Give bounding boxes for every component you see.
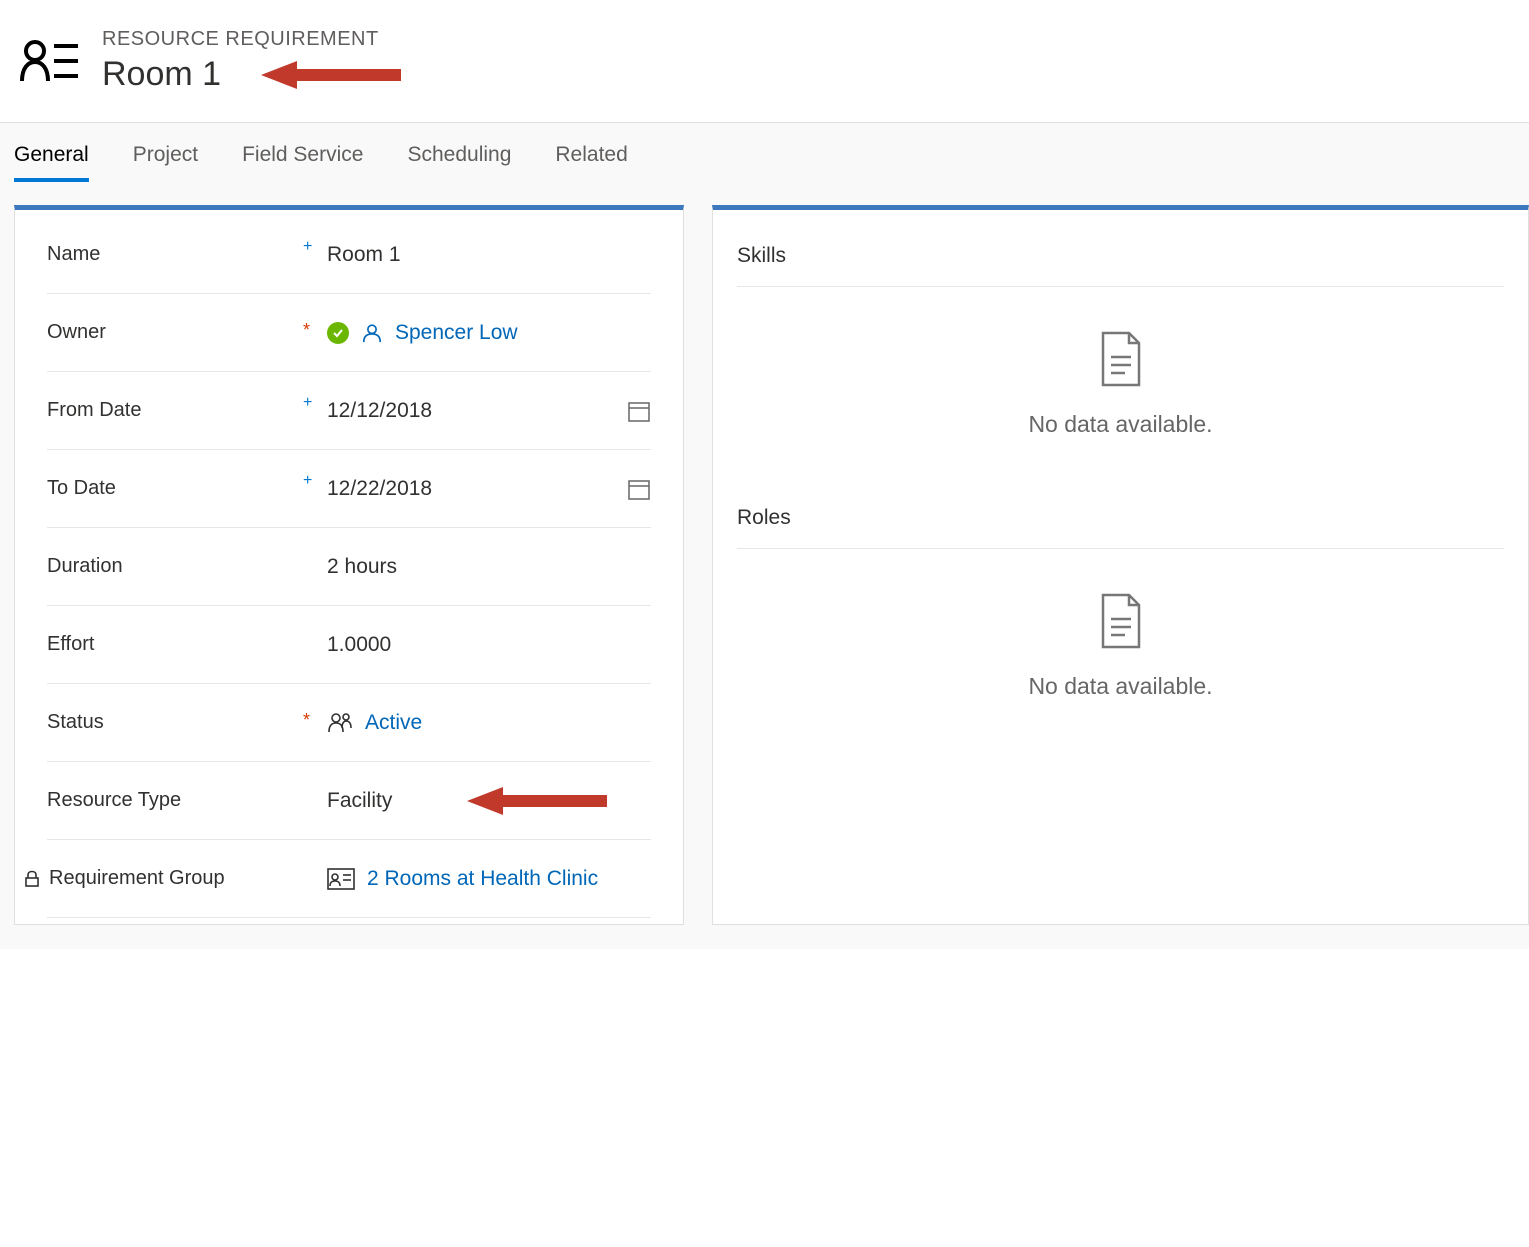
- field-from-date[interactable]: From Date + 12/12/2018: [47, 372, 651, 450]
- field-duration[interactable]: Duration 2 hours: [47, 528, 651, 606]
- field-value: 1.0000: [327, 633, 391, 657]
- field-value: 2 hours: [327, 555, 397, 579]
- field-label: Owner: [47, 321, 106, 344]
- field-label: To Date: [47, 477, 116, 500]
- calendar-icon[interactable]: [627, 477, 651, 501]
- tab-bar: General Project Field Service Scheduling…: [0, 122, 1529, 181]
- roles-empty-state: No data available.: [737, 549, 1504, 754]
- field-label: Status: [47, 711, 104, 734]
- skills-empty-state: No data available.: [737, 287, 1504, 492]
- field-label: Effort: [47, 633, 94, 656]
- required-marker: *: [303, 710, 310, 731]
- general-form-panel: Name + Room 1 Owner * Spencer Low From D…: [14, 205, 684, 925]
- status-link[interactable]: Active: [365, 711, 422, 735]
- content-area: Name + Room 1 Owner * Spencer Low From D…: [0, 181, 1529, 949]
- person-icon: [361, 322, 383, 344]
- field-value: Facility: [327, 789, 392, 813]
- skills-section-title: Skills: [737, 230, 1504, 287]
- id-card-icon: [327, 868, 355, 890]
- empty-text: No data available.: [1028, 673, 1212, 700]
- document-icon: [1099, 331, 1143, 387]
- field-name[interactable]: Name + Room 1: [47, 216, 651, 294]
- field-value: Room 1: [327, 243, 401, 267]
- page-header: RESOURCE REQUIREMENT Room 1: [0, 0, 1529, 122]
- field-label: Resource Type: [47, 789, 181, 812]
- document-icon: [1099, 593, 1143, 649]
- record-title: Room 1: [102, 55, 221, 94]
- status-icon: [327, 710, 353, 736]
- entity-icon: [20, 36, 80, 86]
- roles-section-title: Roles: [737, 492, 1504, 549]
- recommended-marker: +: [303, 394, 312, 412]
- lock-icon: [23, 870, 41, 888]
- entity-type-label: RESOURCE REQUIREMENT: [102, 28, 401, 51]
- verified-icon: [327, 322, 349, 344]
- tab-related[interactable]: Related: [555, 137, 627, 181]
- field-label: From Date: [47, 399, 141, 422]
- tab-field-service[interactable]: Field Service: [242, 137, 363, 181]
- tab-scheduling[interactable]: Scheduling: [407, 137, 511, 181]
- field-effort[interactable]: Effort 1.0000: [47, 606, 651, 684]
- field-label: Name: [47, 243, 100, 266]
- tab-project[interactable]: Project: [133, 137, 198, 181]
- field-resource-type[interactable]: Resource Type Facility: [47, 762, 651, 840]
- tab-general[interactable]: General: [14, 137, 89, 181]
- field-value: 12/22/2018: [327, 477, 432, 501]
- field-to-date[interactable]: To Date + 12/22/2018: [47, 450, 651, 528]
- calendar-icon[interactable]: [627, 399, 651, 423]
- owner-link[interactable]: Spencer Low: [395, 321, 518, 345]
- annotation-arrow-title: [261, 57, 401, 93]
- field-label: Requirement Group: [49, 867, 225, 890]
- recommended-marker: +: [303, 238, 312, 256]
- annotation-arrow-resource-type: [467, 783, 607, 819]
- field-owner[interactable]: Owner * Spencer Low: [47, 294, 651, 372]
- empty-text: No data available.: [1028, 411, 1212, 438]
- field-requirement-group[interactable]: Requirement Group 2 Rooms at Health Clin…: [47, 840, 651, 918]
- requirement-group-link[interactable]: 2 Rooms at Health Clinic: [367, 867, 598, 891]
- required-marker: *: [303, 320, 310, 341]
- side-panel: Skills No data available. Roles No data …: [712, 205, 1529, 925]
- field-status[interactable]: Status * Active: [47, 684, 651, 762]
- recommended-marker: +: [303, 472, 312, 490]
- field-label: Duration: [47, 555, 123, 578]
- field-value: 12/12/2018: [327, 399, 432, 423]
